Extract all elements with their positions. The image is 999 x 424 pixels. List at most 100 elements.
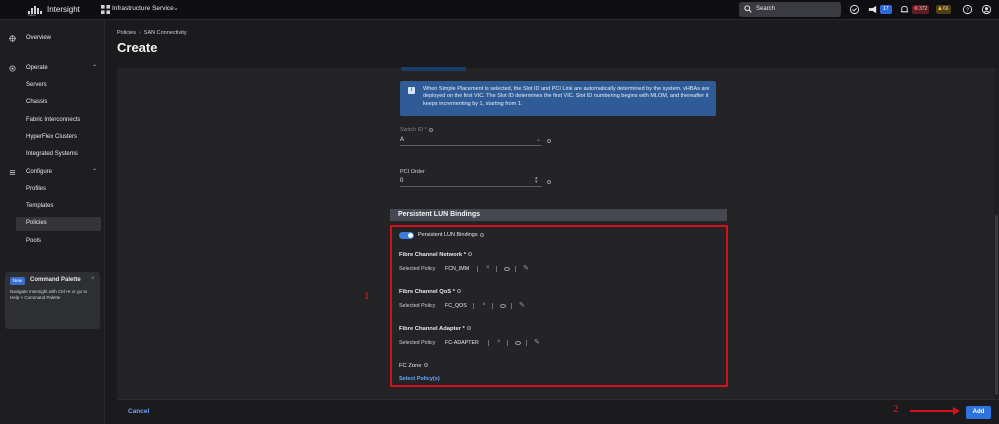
- app-brand: Intersight: [47, 5, 80, 14]
- warning-triangle-icon: [938, 6, 942, 10]
- cancel-button[interactable]: Cancel: [128, 408, 149, 415]
- divider: [526, 340, 527, 346]
- sidebar-item-chassis[interactable]: Chassis: [0, 96, 104, 110]
- section-title: Persistent LUN Bindings: [398, 211, 481, 218]
- help-icon[interactable]: ?: [962, 4, 973, 15]
- command-palette-title: Command Palette: [30, 277, 81, 283]
- sidebar-group-configure[interactable]: Configure ⌃: [0, 166, 104, 180]
- fc-adapter-title: Fibre Channel Adapter *: [399, 326, 471, 332]
- sidebar-item-policies[interactable]: Policies: [16, 217, 101, 231]
- view-icon[interactable]: [500, 304, 506, 308]
- bell-icon[interactable]: [899, 4, 910, 15]
- edit-icon[interactable]: ✎: [523, 264, 529, 272]
- divider: [473, 303, 474, 309]
- section-header: Persistent LUN Bindings: [390, 209, 727, 221]
- svg-text:?: ?: [966, 8, 969, 14]
- sidebar-item-label: Pools: [26, 238, 42, 244]
- selected-policy-label: Selected Policy: [399, 266, 436, 272]
- annotation-2: 2: [893, 403, 899, 415]
- sidebar-item-pools[interactable]: Pools: [0, 235, 104, 249]
- switch-id-select[interactable]: A: [400, 137, 404, 143]
- sidebar-item-label: Servers: [26, 82, 47, 88]
- warning-alarms-badge[interactable]: 66: [936, 5, 951, 14]
- clear-icon[interactable]: ×: [482, 302, 486, 308]
- divider: [511, 303, 512, 309]
- critical-count: 372: [919, 6, 928, 12]
- info-small-icon: [466, 326, 471, 331]
- edit-icon[interactable]: ✎: [519, 301, 525, 309]
- top-bar: cisco Intersight Infrastructure Service …: [0, 0, 999, 20]
- footer-bar: Cancel Add: [117, 399, 999, 424]
- divider: [496, 266, 497, 272]
- sidebar-item-profiles[interactable]: Profiles: [0, 183, 104, 197]
- view-icon[interactable]: [504, 267, 510, 271]
- sidebar-item-integrated-systems[interactable]: Integrated Systems: [0, 148, 104, 162]
- sidebar-item-templates[interactable]: Templates: [0, 200, 104, 214]
- info-banner: i When Simple Placement is selected, the…: [400, 81, 716, 116]
- pci-order-underline: [400, 186, 542, 187]
- sidebar-item-label: Policies: [26, 220, 47, 226]
- warning-count: 66: [943, 6, 949, 12]
- sidebar-item-hyperflex-clusters[interactable]: HyperFlex Clusters: [0, 131, 104, 145]
- page-title: Create: [117, 40, 158, 55]
- add-button[interactable]: Add: [966, 406, 991, 419]
- chevron-down-icon[interactable]: ⌄: [173, 4, 179, 12]
- pci-order-input[interactable]: 0: [400, 178, 403, 184]
- selected-policy-label: Selected Policy: [399, 340, 436, 346]
- new-badge: New: [10, 277, 26, 285]
- info-small-icon: [428, 127, 433, 132]
- sidebar-item-fabric-interconnects[interactable]: Fabric Interconnects: [0, 114, 104, 128]
- chevron-down-icon[interactable]: ⌄: [536, 136, 541, 143]
- main-content: i When Simple Placement is selected, the…: [117, 67, 999, 399]
- select-policies-link[interactable]: Select Policy(s): [399, 376, 440, 382]
- vhba-form: i When Simple Placement is selected, the…: [390, 67, 728, 399]
- search-input[interactable]: Search: [739, 2, 841, 17]
- fc-network-policy-value: FCN_IMM: [445, 266, 470, 272]
- divider: [492, 303, 493, 309]
- divider: [507, 340, 508, 346]
- overview-icon: [9, 35, 16, 42]
- highlight-box: [390, 225, 728, 387]
- critical-alarms-badge[interactable]: 372: [912, 5, 930, 14]
- service-grid-icon[interactable]: [101, 5, 110, 14]
- fc-adapter-policy-value: FC-ADAPTER: [445, 340, 479, 346]
- divider: [515, 266, 516, 272]
- breadcrumb-san-connectivity[interactable]: SAN Connectivity: [144, 30, 187, 36]
- info-small-icon: [479, 232, 484, 237]
- info-icon: i: [408, 87, 415, 94]
- persistent-lun-toggle[interactable]: [399, 232, 414, 239]
- chevron-up-icon[interactable]: ⌃: [92, 168, 97, 175]
- user-profile-icon[interactable]: [981, 4, 992, 15]
- sidebar-group-operate[interactable]: Operate ⌃: [0, 62, 104, 76]
- sidebar-item-label: Overview: [26, 35, 52, 41]
- edit-icon[interactable]: ✎: [534, 338, 540, 346]
- stepper-icon[interactable]: ▴ ▾: [535, 176, 538, 185]
- fc-qos-policy-value: FC_QOS: [445, 303, 467, 309]
- operate-icon: [9, 65, 16, 72]
- chevron-up-icon[interactable]: ⌃: [92, 64, 97, 71]
- command-palette-card[interactable]: New Command Palette × Navigate Intersigh…: [5, 272, 100, 329]
- info-small-icon: [547, 139, 551, 143]
- scrollbar[interactable]: [994, 68, 999, 399]
- breadcrumb-policies[interactable]: Policies: [117, 30, 136, 36]
- info-small-icon: [457, 289, 462, 294]
- annotation-1: 1: [364, 290, 370, 302]
- view-icon[interactable]: [515, 341, 521, 345]
- clear-icon[interactable]: ×: [486, 265, 490, 271]
- scrollbar-thumb[interactable]: [995, 215, 998, 395]
- selected-policy-label: Selected Policy: [399, 303, 436, 309]
- megaphone-icon[interactable]: [867, 4, 878, 15]
- close-icon[interactable]: ×: [91, 276, 95, 282]
- info-small-icon: [423, 363, 428, 368]
- clear-icon[interactable]: ×: [497, 339, 501, 345]
- check-circle-icon[interactable]: [849, 4, 860, 15]
- search-icon: [744, 5, 752, 13]
- sidebar-item-overview[interactable]: Overview: [0, 32, 104, 46]
- info-small-icon: [547, 180, 551, 184]
- info-banner-text: When Simple Placement is selected, the S…: [423, 86, 710, 107]
- configure-icon: [9, 170, 16, 175]
- notification-count-badge[interactable]: 17: [880, 5, 892, 14]
- sidebar-item-servers[interactable]: Servers: [0, 79, 104, 93]
- service-selector[interactable]: Infrastructure Service: [112, 5, 174, 12]
- info-small-icon: [468, 252, 472, 257]
